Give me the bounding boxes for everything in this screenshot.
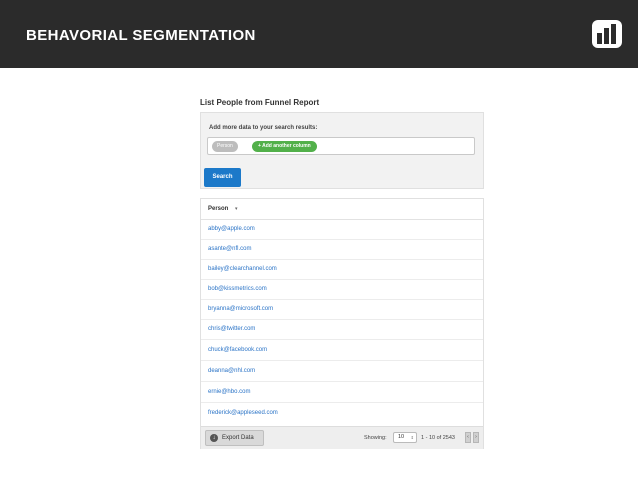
table-row: chuck@facebook.com: [201, 341, 483, 361]
email-link[interactable]: deanna@nhl.com: [208, 368, 255, 374]
select-caret-icon: ⇕: [410, 435, 414, 440]
email-link[interactable]: frederick@appleseed.com: [208, 410, 278, 416]
email-link[interactable]: chuck@facebook.com: [208, 347, 267, 353]
email-link[interactable]: bailey@clearchannel.com: [208, 266, 277, 272]
person-column-chip[interactable]: Person: [212, 141, 238, 152]
next-page-button[interactable]: ›: [473, 432, 479, 443]
email-link[interactable]: asante@nfl.com: [208, 246, 251, 252]
table-row: asante@nfl.com: [201, 240, 483, 260]
email-link[interactable]: abby@apple.com: [208, 226, 255, 232]
per-page-value: 10: [398, 434, 405, 440]
slide-header: BEHAVORIAL SEGMENTATION: [0, 0, 638, 68]
per-page-select[interactable]: 10 ⇕: [393, 432, 417, 443]
search-button[interactable]: Search: [204, 168, 241, 187]
search-label: Add more data to your search results:: [209, 125, 318, 131]
bar-chart-logo-icon: [592, 20, 622, 48]
table-row: deanna@nhl.com: [201, 362, 483, 382]
table-row: frederick@appleseed.com: [201, 404, 483, 424]
export-label: Export Data: [222, 435, 254, 441]
table-header[interactable]: Person ▾: [201, 199, 483, 220]
slide-title: BEHAVORIAL SEGMENTATION: [26, 27, 256, 44]
table-row: chris@twitter.com: [201, 320, 483, 340]
add-column-button[interactable]: + Add another column: [252, 141, 317, 152]
email-link[interactable]: bob@kissmetrics.com: [208, 286, 267, 292]
showing-label: Showing:: [364, 435, 387, 441]
search-panel: Add more data to your search results: Pe…: [200, 112, 484, 189]
pagination-range: 1 - 10 of 2543: [421, 435, 455, 441]
table-row: bryanna@microsoft.com: [201, 300, 483, 320]
table-row: bailey@clearchannel.com: [201, 260, 483, 280]
sort-caret-icon[interactable]: ▾: [235, 206, 238, 212]
table-row: abby@apple.com: [201, 220, 483, 240]
table-row: bob@kissmetrics.com: [201, 280, 483, 300]
email-link[interactable]: chris@twitter.com: [208, 326, 255, 332]
table-row: ernie@hbo.com: [201, 383, 483, 403]
panel-title: List People from Funnel Report: [200, 98, 320, 107]
email-link[interactable]: bryanna@microsoft.com: [208, 306, 273, 312]
column-tag-input[interactable]: Person + Add another column: [207, 137, 475, 155]
export-icon: ↓: [210, 434, 218, 442]
person-column-header[interactable]: Person: [208, 206, 228, 212]
table-footer: ↓ Export Data Showing: 10 ⇕ 1 - 10 of 25…: [201, 426, 483, 449]
prev-page-button[interactable]: ‹: [465, 432, 471, 443]
export-data-button[interactable]: ↓ Export Data: [205, 430, 264, 446]
email-link[interactable]: ernie@hbo.com: [208, 389, 250, 395]
results-table: Person ▾ abby@apple.com asante@nfl.com b…: [200, 198, 484, 449]
